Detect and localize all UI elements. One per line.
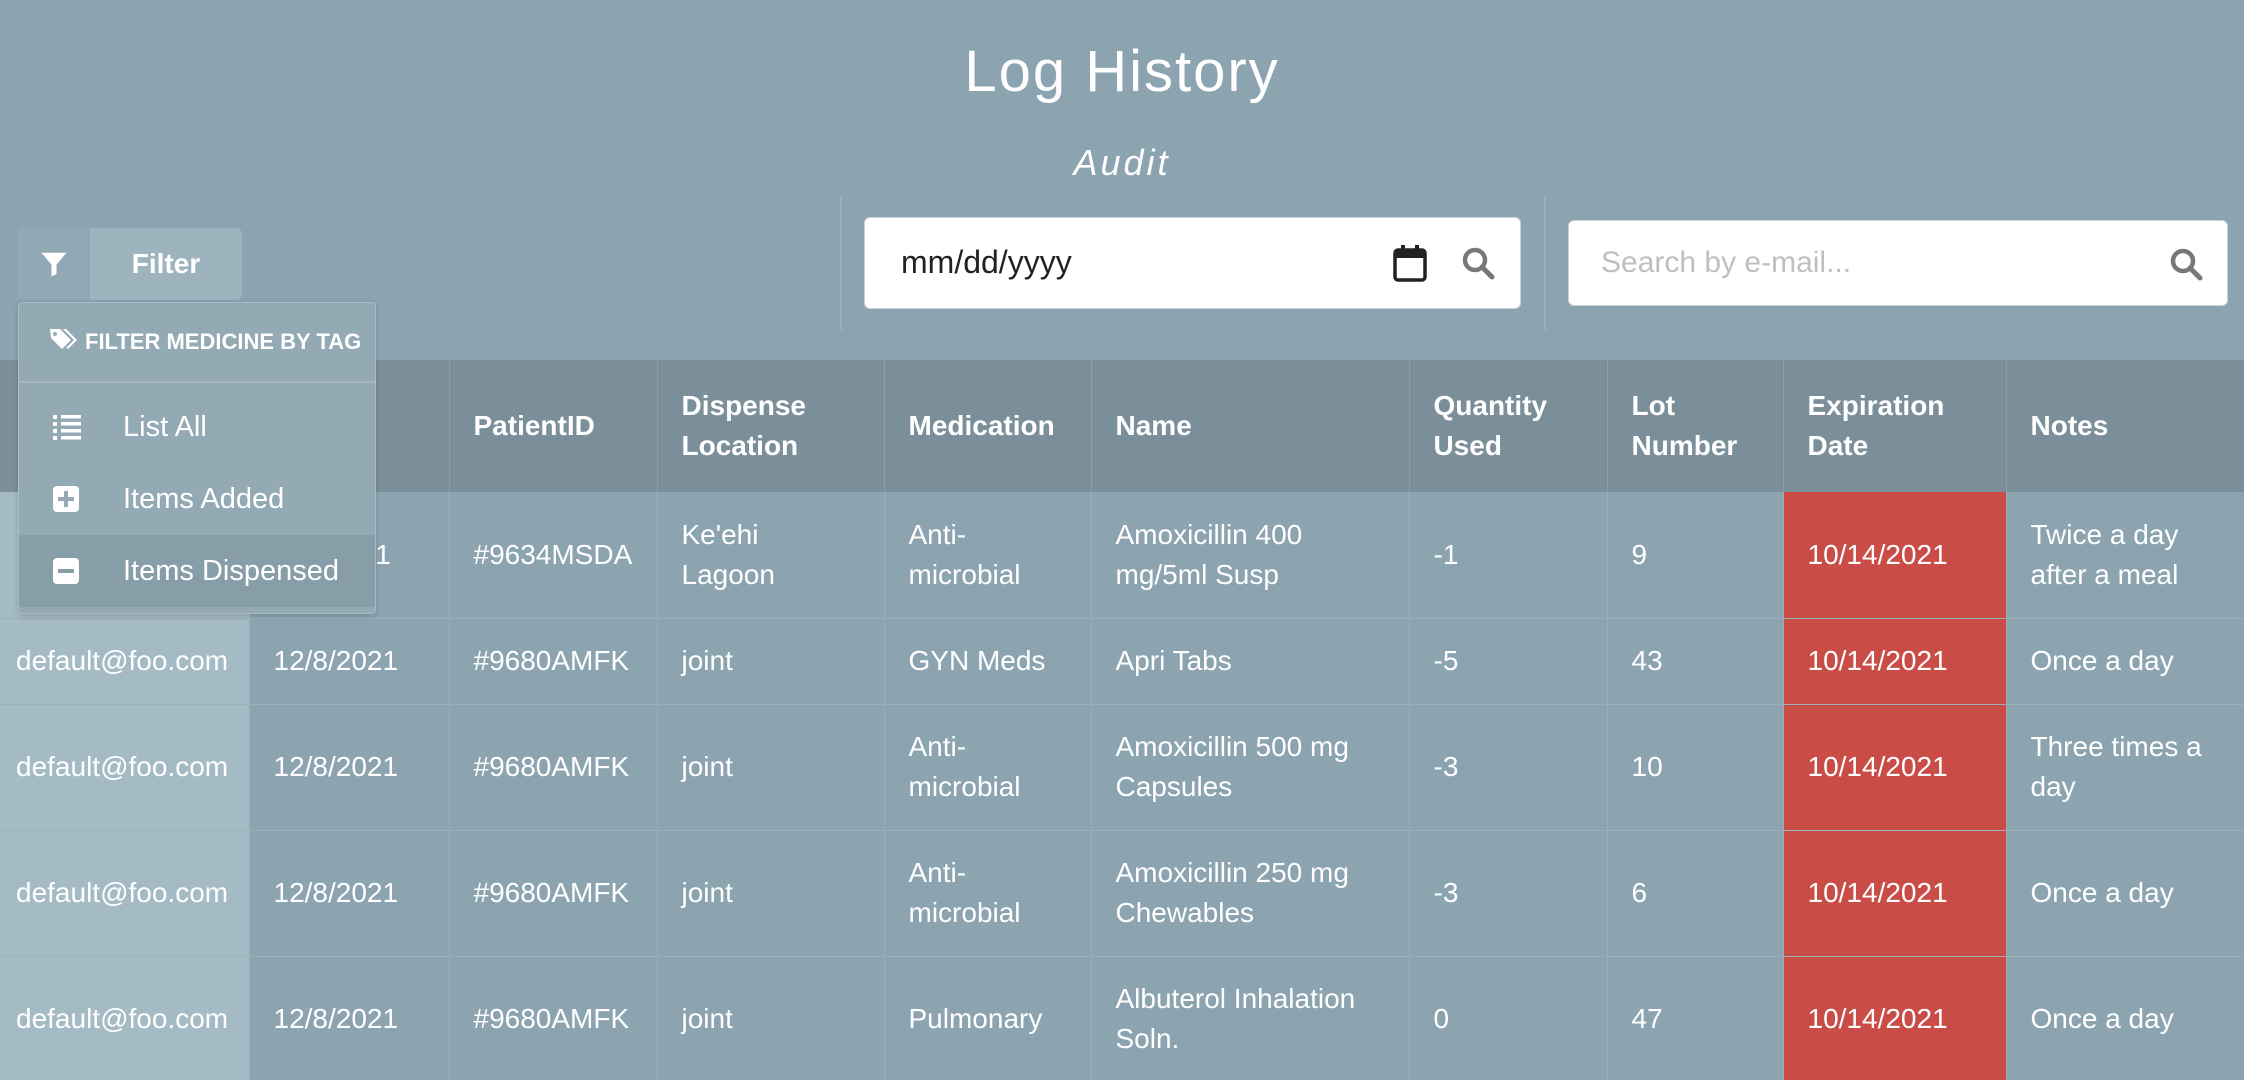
email-cell: default@foo.com — [0, 956, 250, 1080]
email-cell: default@foo.com — [0, 704, 250, 831]
medication-cell: Anti-microbial — [884, 830, 1092, 957]
expiration-cell: 10/14/2021 — [1783, 492, 2007, 619]
page-subtitle: Audit — [1073, 142, 1171, 183]
location-cell: joint — [657, 704, 885, 831]
filter-button[interactable]: Filter — [18, 228, 242, 300]
notes-cell: Once a day — [2006, 830, 2244, 957]
table-row[interactable]: default@foo.com 12/8/2021 #9680AMFK join… — [0, 618, 2244, 705]
location-cell: joint — [657, 830, 885, 957]
date-search-icon[interactable] — [1461, 246, 1495, 285]
patient-id-cell: #9634MSDA — [449, 492, 658, 619]
calendar-icon[interactable] — [1393, 244, 1427, 287]
medication-cell: GYN Meds — [884, 618, 1092, 705]
column-header[interactable]: Name — [1091, 360, 1410, 492]
email-cell: default@foo.com — [0, 830, 250, 957]
date-cell: 12/8/2021 — [249, 618, 450, 705]
patient-id-cell: #9680AMFK — [449, 618, 658, 705]
table-row[interactable]: default@foo.com 12/8/2021 #9680AMFK join… — [0, 830, 2244, 957]
name-cell: Apri Tabs — [1091, 618, 1410, 705]
toolbar-divider — [1544, 195, 1546, 330]
quantity-cell: -3 — [1409, 830, 1608, 957]
filter-button-label: Filter — [131, 248, 201, 279]
email-search-box[interactable] — [1568, 220, 2228, 306]
tags-icon — [49, 327, 85, 357]
menu-item-items-dispensed[interactable]: Items Dispensed — [19, 535, 375, 607]
notes-cell: Once a day — [2006, 618, 2244, 705]
quantity-cell: -1 — [1409, 492, 1608, 619]
plus-square-icon — [53, 486, 87, 512]
list-icon — [53, 414, 87, 440]
lot-cell: 6 — [1607, 830, 1784, 957]
minus-square-icon — [53, 558, 87, 584]
column-header[interactable]: Quantity Used — [1409, 360, 1608, 492]
column-header[interactable]: Dispense Location — [657, 360, 885, 492]
menu-item-label: List All — [123, 410, 207, 443]
email-search-icon[interactable] — [2169, 247, 2203, 286]
filter-dropdown-menu: FILTER MEDICINE BY TAG List All Items Ad… — [18, 302, 376, 614]
expiration-cell: 10/14/2021 — [1783, 704, 2007, 831]
email-search-input[interactable] — [1601, 241, 2121, 285]
patient-id-cell: #9680AMFK — [449, 704, 658, 831]
location-cell: joint — [657, 956, 885, 1080]
menu-item-items-added[interactable]: Items Added — [19, 463, 375, 535]
patient-id-cell: #9680AMFK — [449, 830, 658, 957]
toolbar-divider — [840, 195, 842, 330]
date-filter-input[interactable]: mm/dd/yyyy — [864, 217, 1521, 309]
menu-item-label: Items Dispensed — [123, 554, 339, 587]
date-cell: 12/8/2021 — [249, 704, 450, 831]
date-filter-value: mm/dd/yyyy — [901, 244, 1072, 280]
name-cell: Albuterol Inhalation Soln. — [1091, 956, 1410, 1080]
filter-dropdown-title: FILTER MEDICINE BY TAG — [85, 329, 362, 354]
column-header[interactable]: Medication — [884, 360, 1092, 492]
medication-cell: Pulmonary — [884, 956, 1092, 1080]
date-cell: 12/8/2021 — [249, 830, 450, 957]
page-title: Log History — [964, 39, 1280, 104]
medication-cell: Anti-microbial — [884, 704, 1092, 831]
quantity-cell: -5 — [1409, 618, 1608, 705]
email-cell: default@foo.com — [0, 618, 250, 705]
notes-cell: Once a day — [2006, 956, 2244, 1080]
lot-cell: 9 — [1607, 492, 1784, 619]
location-cell: Ke'ehi Lagoon — [657, 492, 885, 619]
name-cell: Amoxicillin 500 mg Capsules — [1091, 704, 1410, 831]
date-cell: 12/8/2021 — [249, 956, 450, 1080]
table-row[interactable]: default@foo.com 12/8/2021 #9680AMFK join… — [0, 704, 2244, 831]
patient-id-cell: #9680AMFK — [449, 956, 658, 1080]
location-cell: joint — [657, 618, 885, 705]
column-header[interactable]: PatientID — [449, 360, 658, 492]
lot-cell: 43 — [1607, 618, 1784, 705]
quantity-cell: -3 — [1409, 704, 1608, 831]
notes-cell: Three times a day — [2006, 704, 2244, 831]
menu-item-label: Items Added — [123, 482, 285, 515]
column-header[interactable]: Lot Number — [1607, 360, 1784, 492]
lot-cell: 47 — [1607, 956, 1784, 1080]
expiration-cell: 10/14/2021 — [1783, 956, 2007, 1080]
expiration-cell: 10/14/2021 — [1783, 618, 2007, 705]
name-cell: Amoxicillin 400 mg/5ml Susp — [1091, 492, 1410, 619]
name-cell: Amoxicillin 250 mg Chewables — [1091, 830, 1410, 957]
expiration-cell: 10/14/2021 — [1783, 830, 2007, 957]
quantity-cell: 0 — [1409, 956, 1608, 1080]
medication-cell: Anti-microbial — [884, 492, 1092, 619]
column-header[interactable]: Notes — [2006, 360, 2244, 492]
column-header[interactable]: Expiration Date — [1783, 360, 2007, 492]
filter-dropdown-header: FILTER MEDICINE BY TAG — [19, 303, 375, 383]
lot-cell: 10 — [1607, 704, 1784, 831]
table-row[interactable]: default@foo.com 12/8/2021 #9680AMFK join… — [0, 956, 2244, 1080]
notes-cell: Twice a day after a meal — [2006, 492, 2244, 619]
menu-item-list-all[interactable]: List All — [19, 391, 375, 463]
filter-icon — [18, 228, 90, 300]
